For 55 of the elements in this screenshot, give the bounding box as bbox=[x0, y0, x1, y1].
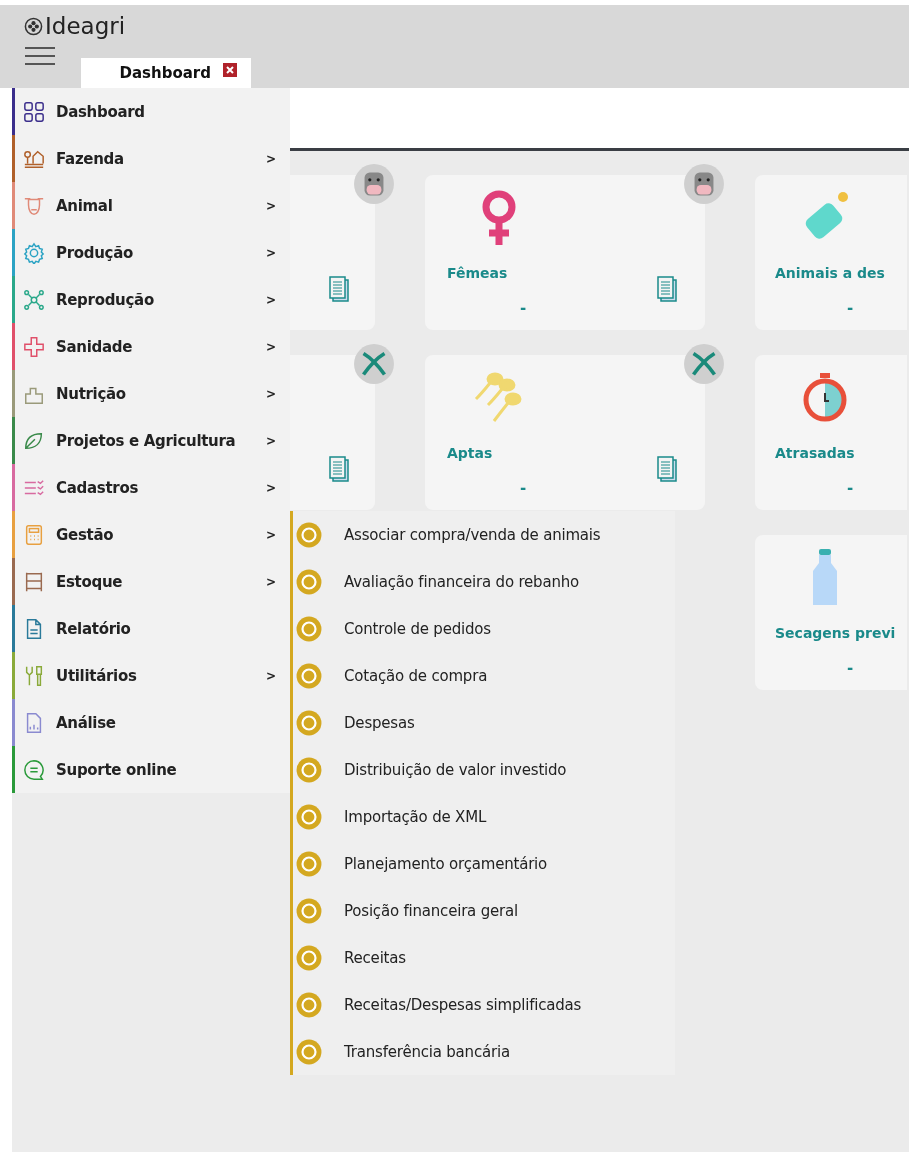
card-title: Atrasadas bbox=[775, 445, 855, 461]
coin-icon bbox=[296, 897, 322, 924]
network-icon bbox=[23, 288, 45, 311]
coin-icon bbox=[296, 850, 322, 877]
submenu-item[interactable]: Receitas/Despesas simplificadas bbox=[293, 981, 675, 1028]
submenu-item[interactable]: Planejamento orçamentário bbox=[293, 840, 675, 887]
flower-logo-icon bbox=[24, 16, 43, 36]
card-value: - bbox=[847, 659, 854, 677]
coin-icon bbox=[296, 991, 322, 1018]
dna-icon bbox=[353, 343, 395, 385]
submenu-item[interactable]: Distribuição de valor investido bbox=[293, 746, 675, 793]
coin-icon bbox=[296, 615, 322, 642]
chat-icon bbox=[23, 758, 45, 781]
submenu-item[interactable]: Transferência bancária bbox=[293, 1028, 675, 1075]
coin-icon bbox=[296, 568, 322, 595]
submenu-item[interactable]: Importação de XML bbox=[293, 793, 675, 840]
app-name: Ideagri bbox=[45, 13, 126, 39]
card-value: - bbox=[847, 479, 854, 497]
document-icon[interactable] bbox=[329, 276, 349, 302]
menu-icon[interactable] bbox=[25, 46, 55, 66]
dna-icon bbox=[683, 343, 725, 385]
cow-face-icon bbox=[353, 163, 395, 205]
coin-icon bbox=[296, 756, 322, 783]
grid-icon bbox=[23, 100, 45, 123]
document-icon[interactable] bbox=[329, 456, 349, 482]
tools-icon bbox=[23, 664, 45, 687]
coin-icon bbox=[296, 521, 322, 548]
coin-icon bbox=[296, 803, 322, 830]
submenu-item[interactable]: Cotação de compra bbox=[293, 652, 675, 699]
submenu-item[interactable]: Controle de pedidos bbox=[293, 605, 675, 652]
submenu-item[interactable]: Receitas bbox=[293, 934, 675, 981]
cow-face-icon bbox=[683, 163, 725, 205]
card-title: Animais a des bbox=[775, 265, 885, 281]
coin-icon bbox=[296, 662, 322, 689]
submenu-item[interactable]: Despesas bbox=[293, 699, 675, 746]
shelf-icon bbox=[23, 570, 45, 593]
card-title: Fêmeas bbox=[447, 265, 508, 281]
gear-icon bbox=[23, 241, 45, 264]
card-value: - bbox=[520, 479, 527, 497]
coin-icon bbox=[296, 1038, 322, 1065]
document-icon[interactable] bbox=[657, 276, 677, 302]
coin-icon bbox=[296, 709, 322, 736]
submenu-item[interactable]: Associar compra/venda de animais bbox=[293, 511, 675, 558]
calculator-icon bbox=[23, 523, 45, 546]
card-title: Aptas bbox=[447, 445, 493, 461]
close-icon[interactable] bbox=[223, 63, 237, 77]
cross-icon bbox=[23, 335, 45, 358]
submenu-item[interactable]: Posição financeira geral bbox=[293, 887, 675, 934]
card-value: - bbox=[520, 299, 527, 317]
card-title: Secagens previ bbox=[775, 625, 896, 641]
coin-icon bbox=[296, 944, 322, 971]
card-value: - bbox=[847, 299, 854, 317]
submenu-item[interactable]: Avaliação financeira do rebanho bbox=[293, 558, 675, 605]
document-icon[interactable] bbox=[657, 456, 677, 482]
dashboard-tab[interactable]: Dashboard bbox=[81, 58, 251, 88]
